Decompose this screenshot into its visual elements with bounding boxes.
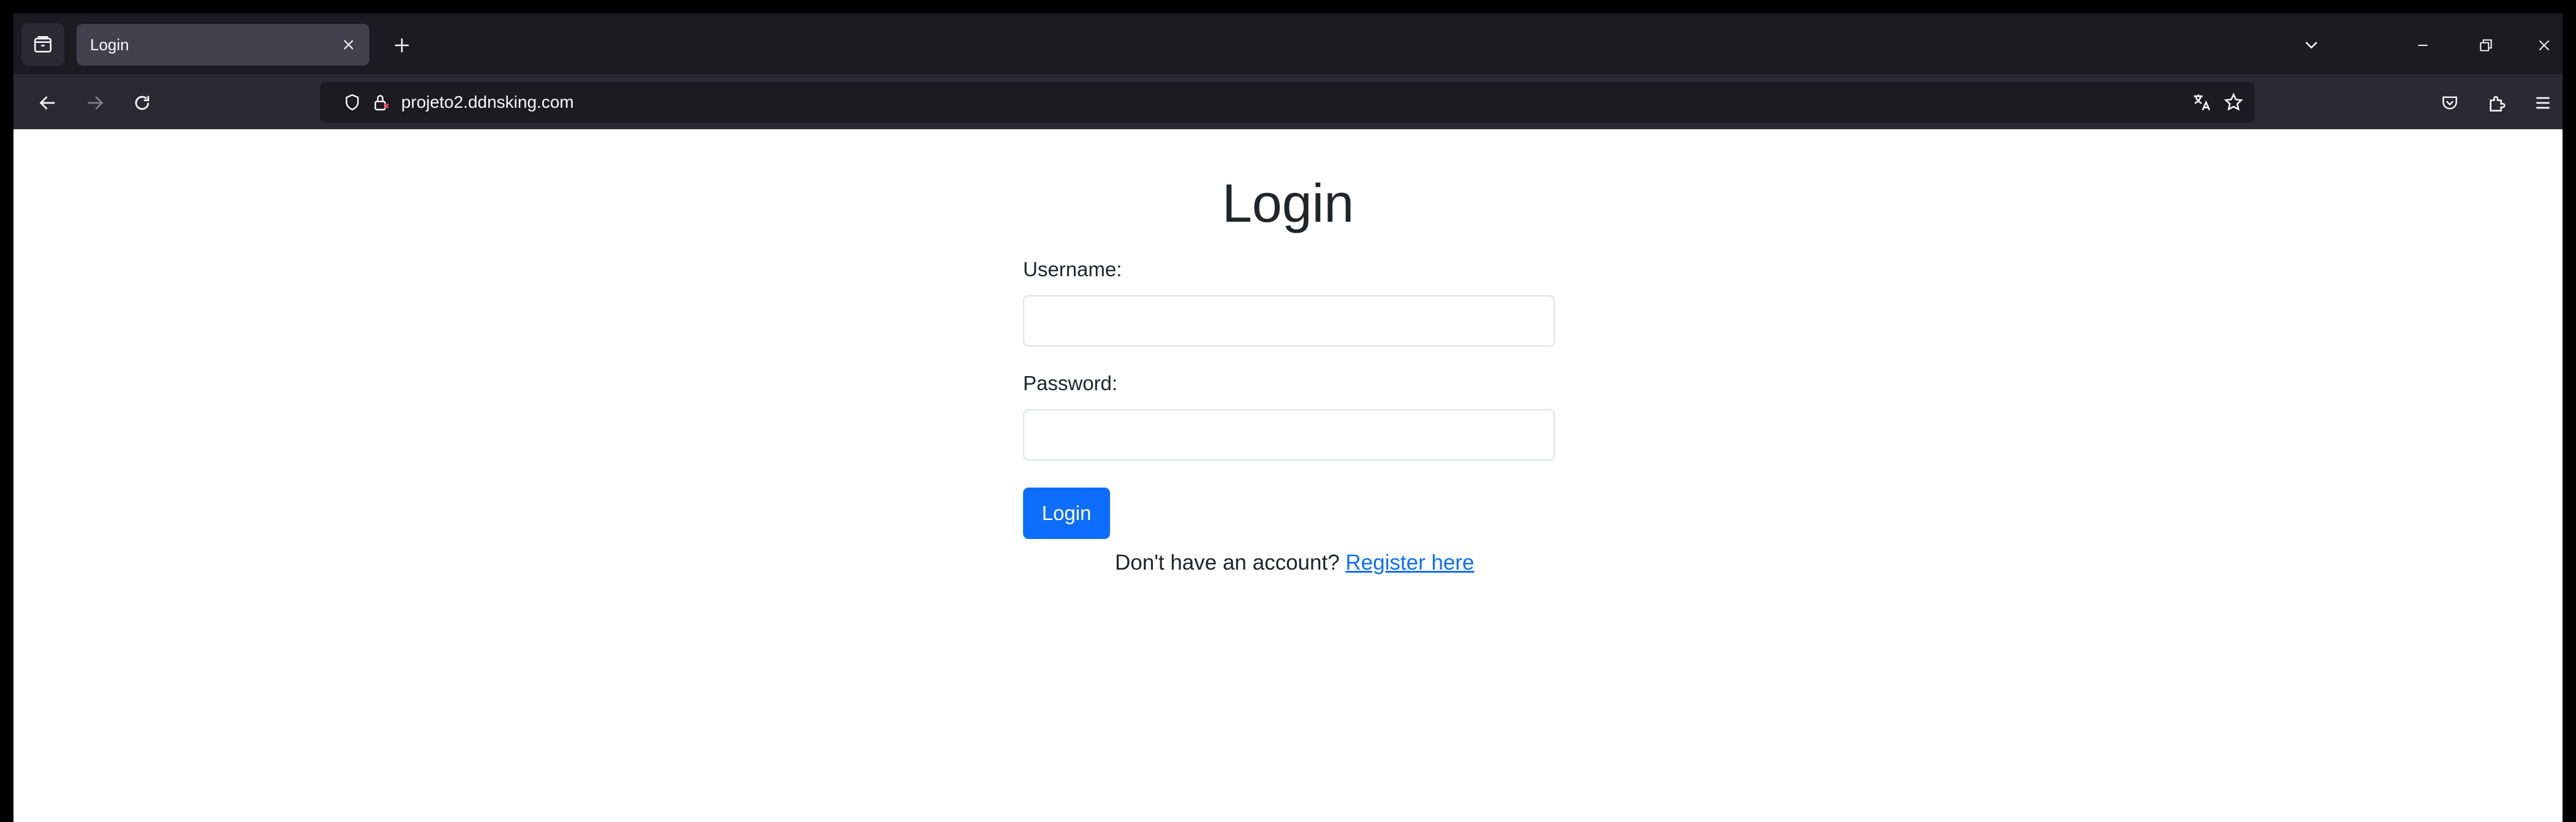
username-label: Username: <box>1023 258 1122 281</box>
puzzle-icon <box>2490 96 2506 112</box>
active-tab[interactable]: Login <box>77 24 369 66</box>
register-link[interactable]: Register here <box>1345 551 1474 575</box>
register-prompt-text: Don't have an account? <box>1115 551 1346 575</box>
tab-title: Login <box>90 35 129 54</box>
close-icon <box>2539 40 2550 51</box>
page-title: Login <box>1222 173 1354 233</box>
menu-button[interactable] <box>2528 88 2558 118</box>
back-button[interactable] <box>32 88 63 118</box>
lock-icon[interactable] <box>369 90 393 115</box>
login-button[interactable]: Login <box>1023 488 1110 539</box>
reload-icon <box>135 96 149 110</box>
translate-icon[interactable] <box>2189 90 2214 115</box>
tab-list-button[interactable] <box>21 23 64 66</box>
navigation-toolbar: projeto2.ddnsking.com <box>13 74 2563 129</box>
list-all-tabs-button[interactable] <box>2298 32 2325 59</box>
star-icon[interactable] <box>2221 90 2246 115</box>
arrow-left-icon <box>39 96 55 110</box>
password-input[interactable] <box>1023 409 1555 461</box>
close-icon <box>344 40 353 50</box>
address-bar[interactable]: projeto2.ddnsking.com <box>320 82 2254 123</box>
password-label: Password: <box>1023 372 1118 394</box>
window-close-button[interactable] <box>2528 29 2560 61</box>
pocket-icon <box>2442 96 2457 110</box>
minimize-button[interactable] <box>2407 29 2439 61</box>
tab-list-icon <box>32 34 53 55</box>
new-tab-button[interactable] <box>388 32 415 59</box>
arrow-right-icon <box>88 96 104 110</box>
forward-button[interactable] <box>80 88 110 118</box>
browser-window: Login projeto2.ddnsking.com Login Userna… <box>0 0 2576 822</box>
extensions-button[interactable] <box>2482 88 2513 118</box>
register-prompt: Don't have an account? Register here <box>1115 551 1475 575</box>
hamburger-icon <box>2536 97 2550 109</box>
reload-button[interactable] <box>127 88 157 118</box>
url-text[interactable]: projeto2.ddnsking.com <box>401 92 574 112</box>
tab-strip: Login <box>13 13 2563 74</box>
restore-button[interactable] <box>2470 29 2502 61</box>
pocket-button[interactable] <box>2434 88 2465 118</box>
minimize-icon <box>2418 45 2428 46</box>
chevron-down-icon <box>2305 42 2317 49</box>
shield-icon[interactable] <box>340 90 364 115</box>
plus-icon <box>395 38 409 53</box>
username-input[interactable] <box>1023 295 1555 347</box>
restore-icon <box>2480 39 2492 51</box>
tab-close-button[interactable] <box>336 32 361 57</box>
page-content: Login Username: Password: Login Don't ha… <box>13 129 2563 822</box>
